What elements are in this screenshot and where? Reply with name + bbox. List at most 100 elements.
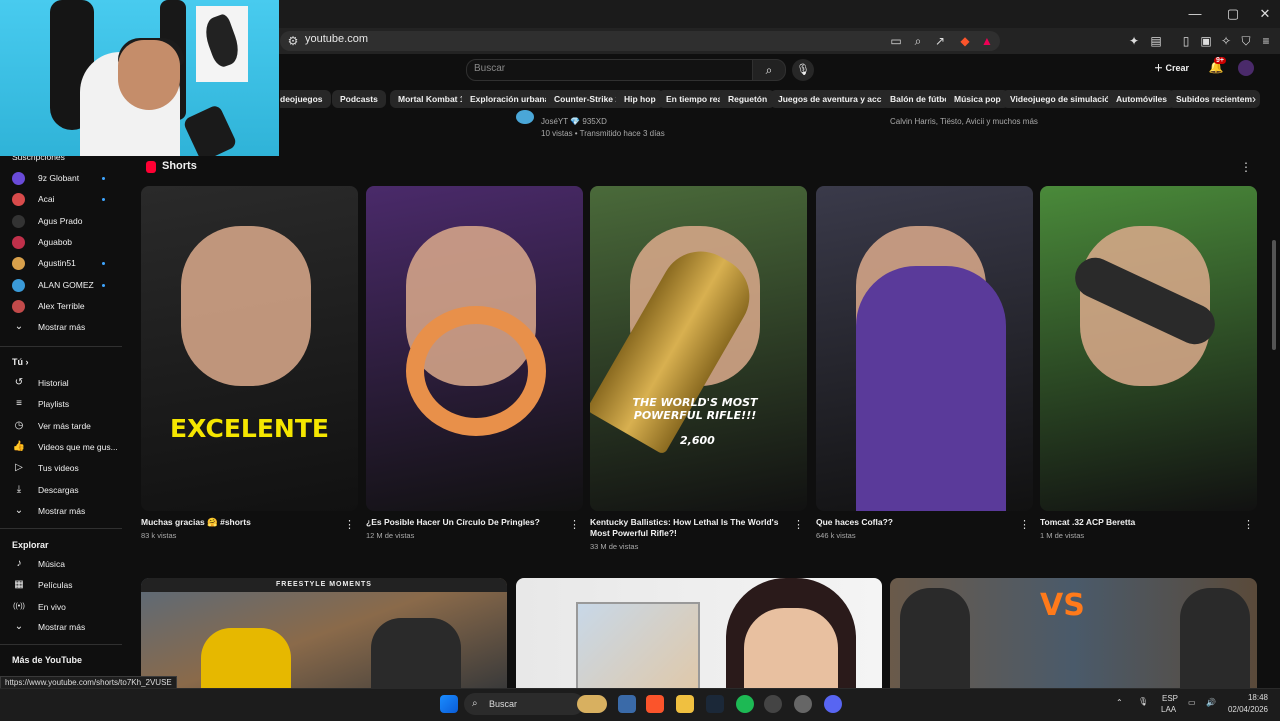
minimize-button[interactable]: — [1180,4,1210,24]
chip-3[interactable]: Exploración urbana [462,90,558,108]
language-indicator[interactable]: ESP [1162,694,1178,703]
network-icon[interactable]: ▭ [1188,698,1196,707]
more-actions-icon[interactable]: ⋮ [1243,518,1254,531]
short-thumbnail[interactable] [366,186,583,511]
film-icon: ▦ [14,579,24,591]
short-thumbnail[interactable]: THE WORLD'S MOST POWERFUL RIFLE!!! 2,600 [590,186,807,511]
site-settings-icon[interactable]: ⚙ [285,33,301,49]
divider [0,528,122,529]
account-avatar[interactable] [1238,60,1254,76]
video-thumbnail[interactable]: VS [890,578,1257,688]
more-actions-icon[interactable]: ⋮ [793,518,804,531]
wall-poster [196,6,248,82]
taskbar-search-input[interactable] [464,693,584,715]
wallet-icon[interactable]: ▣ [1198,33,1214,49]
sidebar-item-label: Películas [38,580,73,591]
short-views: 83 k vistas [141,531,177,540]
create-button[interactable]: ＋ Crear [1154,61,1189,77]
subscription-label: Agus Prado [38,215,83,226]
brave-shield-icon[interactable]: ◆ [957,33,973,49]
shorts-more-icon[interactable]: ⋮ [1240,160,1252,174]
short-title[interactable]: Que haces Cofla?? [816,517,1016,528]
chip-2[interactable]: Mortal Kombat 1 [390,90,473,108]
sidebar: Suscripciones 9z Globant Acai Agus Prado Ag… [0,152,125,688]
short-thumbnail[interactable]: EXCELENTE [141,186,358,511]
short-thumbnail[interactable] [1040,186,1257,511]
microphone-tray-icon[interactable]: 🎙 [1138,697,1148,706]
maximize-button[interactable]: ▢ [1218,4,1248,24]
short-title[interactable]: Muchas gracias 🤗 #shorts [141,517,341,528]
chip-12[interactable]: Automóviles [1108,90,1176,108]
page-scrollbar[interactable] [1272,240,1276,350]
channel-avatar[interactable] [516,110,534,124]
steam-icon[interactable] [706,695,724,713]
sidebar-item-label: En vivo [38,601,66,612]
obs-icon[interactable] [764,695,782,713]
clock-date[interactable]: 02/04/2026 [1220,705,1268,714]
sidebar-item-label: Tus videos [38,463,79,474]
brave-browser-icon[interactable] [646,695,664,713]
sidebar-item-label: Música [38,559,65,569]
chip-1[interactable]: Podcasts [332,90,386,108]
short-title[interactable]: ¿Es Posible Hacer Un Círculo De Pringles… [366,517,566,528]
leo-ai-icon[interactable]: ✧ [1218,33,1234,49]
search-icon: ⌕ [472,698,478,709]
volume-icon[interactable]: 🔊 [1206,698,1216,707]
tray-overflow-icon[interactable]: ⌃ [1116,698,1123,707]
taskbar-search-label[interactable]: Buscar [489,699,517,709]
reading-list-icon[interactable]: ▤ [1148,33,1164,49]
vpn-icon[interactable]: ⛉ [1238,33,1254,49]
explore-heading: Explorar [12,540,49,550]
video-thumbnail[interactable] [516,578,882,688]
you-heading[interactable]: Tú › [12,357,29,367]
sidebar-item-label: Ver más tarde [38,420,91,431]
zoom-icon[interactable]: ⌕ [910,33,926,49]
settings-icon[interactable] [794,695,812,713]
url-text[interactable]: youtube.com [305,33,368,45]
thumbnail-caption: FREESTYLE MOMENTS [141,578,507,592]
short-title[interactable]: Tomcat .32 ACP Beretta [1040,517,1240,528]
discord-icon[interactable] [824,695,842,713]
live-icon: ((•)) [13,602,25,610]
chip-5[interactable]: Hip hop [616,90,664,108]
more-actions-icon[interactable]: ⋮ [1019,518,1030,531]
chip-0[interactable]: deojuegos [280,90,331,108]
thumb-up-icon: 👍 [12,440,26,452]
shorts-logo-icon [146,161,156,173]
short-title[interactable]: Kentucky Ballistics: How Lethal Is The W… [590,517,790,539]
more-actions-icon[interactable]: ⋮ [569,518,580,531]
chips-next-arrow-icon[interactable]: › [1246,90,1262,108]
prev-video-channel[interactable]: JoséYT 💎 935XD [541,117,607,126]
sidebar-toggle-icon[interactable]: ▯ [1178,33,1194,49]
windows-start-icon[interactable] [440,695,458,713]
thumbnail-overlay-text: THE WORLD'S MOST POWERFUL RIFLE!!! [632,396,758,422]
language-layout[interactable]: LAA [1161,705,1176,714]
chip-11[interactable]: Videojuego de simulación [1002,90,1123,108]
search-input[interactable] [466,59,754,81]
search-placeholder[interactable]: Buscar [474,63,505,74]
rewards-icon[interactable]: ▲ [979,33,995,49]
create-label: Crear [1165,63,1190,73]
cast-icon[interactable]: ▭ [888,33,904,49]
spotify-icon[interactable] [736,695,754,713]
menu-icon[interactable]: ≡ [1258,33,1274,49]
clock-time[interactable]: 18:48 [1224,693,1268,702]
share-icon[interactable]: ↗ [932,33,948,49]
sidebar-item-label: Descargas [38,484,79,495]
voice-search-button[interactable]: 🎙 [792,59,814,81]
search-highlight-icon[interactable] [577,695,607,713]
channel-avatar [12,278,25,292]
task-view-icon[interactable] [618,695,636,713]
file-explorer-icon[interactable] [676,695,694,713]
chip-10[interactable]: Música pop [946,90,1009,108]
subscription-label: Acai [38,194,55,205]
search-button[interactable]: ⌕ [752,59,786,81]
chip-7[interactable]: Reguetón [720,90,776,108]
more-actions-icon[interactable]: ⋮ [344,518,355,531]
extensions-icon[interactable]: ✦ [1126,33,1142,49]
close-button[interactable]: ✕ [1250,4,1280,24]
chevron-down-icon: ⌄ [14,621,24,632]
short-thumbnail[interactable] [816,186,1033,511]
video-thumbnail[interactable]: FREESTYLE MOMENTS [141,578,507,688]
subscription-label: Alex Terrible [38,300,85,311]
